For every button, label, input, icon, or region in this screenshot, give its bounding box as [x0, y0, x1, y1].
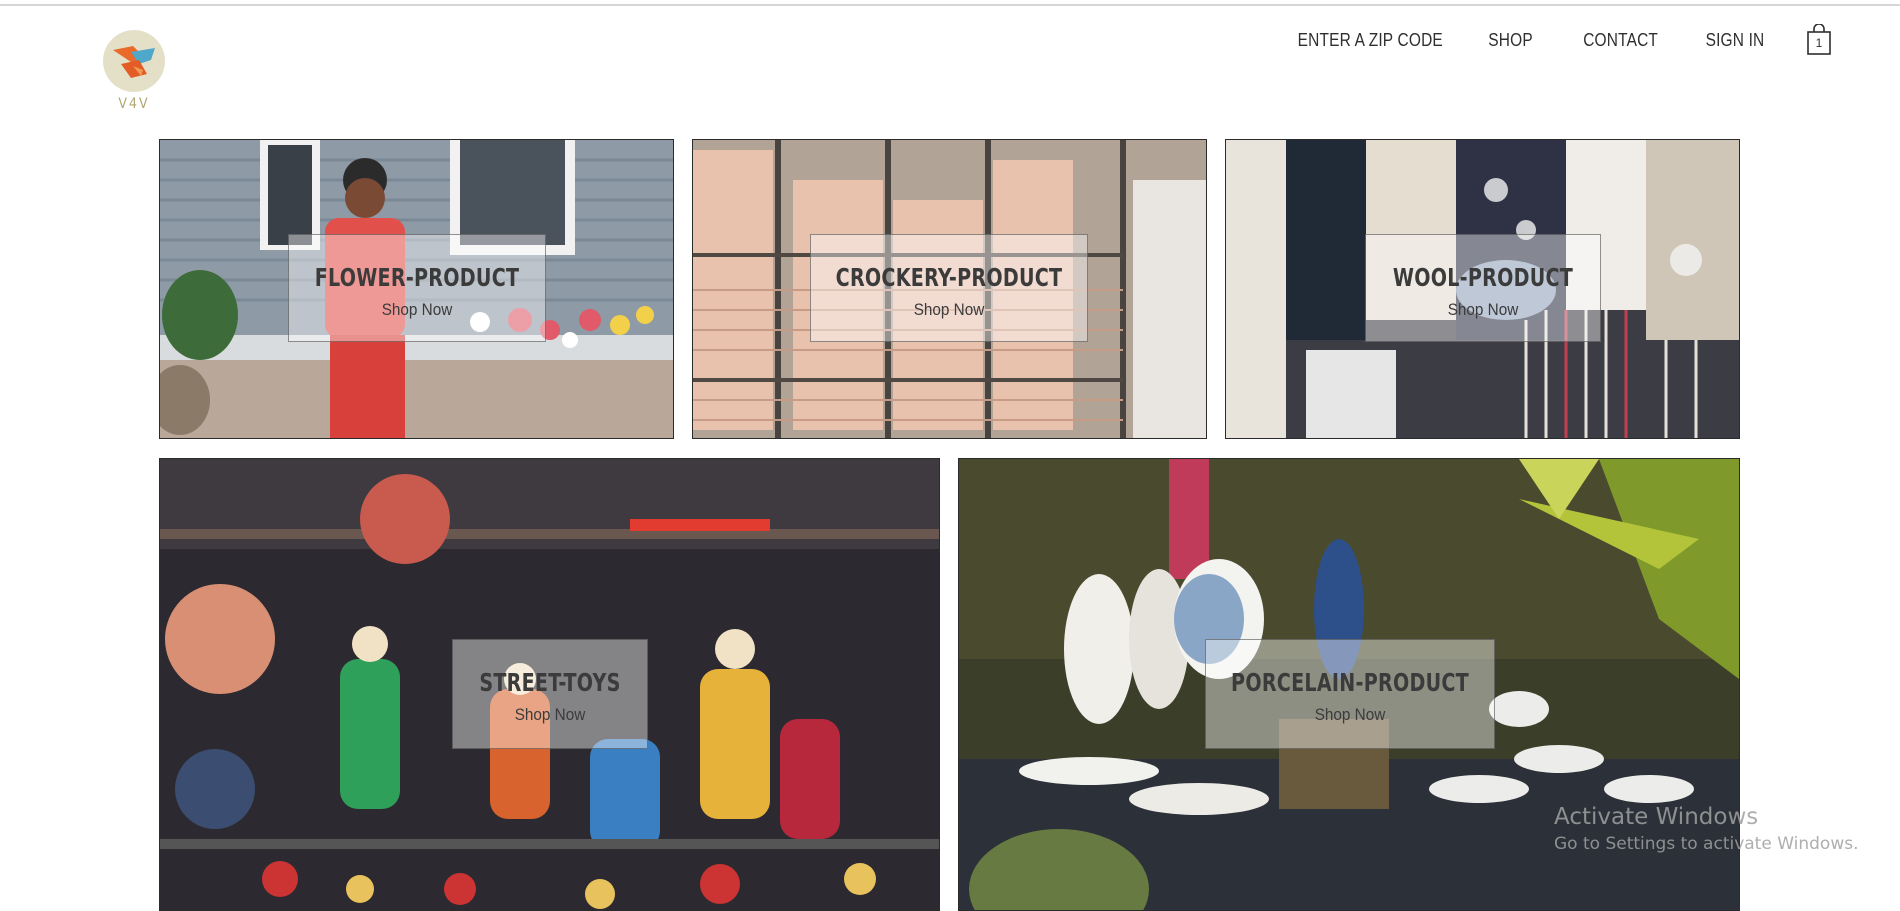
nav-contact[interactable]: CONTACT — [1583, 30, 1658, 51]
cart-button[interactable]: 1 — [1806, 24, 1832, 56]
logo-text: V4V — [118, 96, 150, 112]
tile-title: WOOL-PRODUCT — [1392, 263, 1574, 292]
tile-crockery-product[interactable]: CROCKERY-PRODUCT Shop Now — [692, 139, 1207, 439]
porcelain-product-caption: PORCELAIN-PRODUCT Shop Now — [1205, 639, 1495, 749]
shop-now-link[interactable]: Shop Now — [1378, 300, 1589, 320]
shop-now-link[interactable]: Shop Now — [825, 300, 1073, 320]
tile-street-toys[interactable]: STREET-TOYS Shop Now — [159, 458, 940, 911]
nav-sign-in[interactable]: SIGN IN — [1705, 30, 1764, 51]
top-divider — [0, 4, 1900, 6]
tile-title: FLOWER-PRODUCT — [314, 263, 520, 292]
tile-title: STREET-TOYS — [479, 668, 621, 697]
watermark-line-1: Activate Windows — [1554, 804, 1759, 830]
site-logo[interactable]: V4V — [100, 30, 168, 112]
main-nav: ENTER A ZIP CODE SHOP CONTACT SIGN IN 1 — [1274, 24, 1832, 56]
logo-hands-icon — [103, 30, 165, 92]
tile-title: CROCKERY-PRODUCT — [835, 263, 1063, 292]
shop-now-link[interactable]: Shop Now — [1220, 705, 1479, 725]
nav-shop[interactable]: SHOP — [1488, 30, 1533, 51]
watermark-line-2: Go to Settings to activate Windows. — [1554, 834, 1859, 854]
tile-wool-product[interactable]: WOOL-PRODUCT Shop Now — [1225, 139, 1740, 439]
cart-count: 1 — [1815, 36, 1823, 50]
nav-zip-code[interactable]: ENTER A ZIP CODE — [1297, 30, 1442, 51]
tile-flower-product[interactable]: FLOWER-PRODUCT Shop Now — [159, 139, 674, 439]
shop-now-link[interactable]: Shop Now — [463, 705, 638, 725]
street-toys-caption: STREET-TOYS Shop Now — [452, 639, 648, 749]
tile-title: PORCELAIN-PRODUCT — [1231, 668, 1469, 697]
flower-product-caption: FLOWER-PRODUCT Shop Now — [288, 234, 546, 342]
shop-now-link[interactable]: Shop Now — [302, 300, 532, 320]
windows-activation-watermark: Activate Windows Go to Settings to activ… — [1554, 804, 1859, 854]
wool-product-caption: WOOL-PRODUCT Shop Now — [1365, 234, 1601, 342]
crockery-product-caption: CROCKERY-PRODUCT Shop Now — [810, 234, 1088, 342]
